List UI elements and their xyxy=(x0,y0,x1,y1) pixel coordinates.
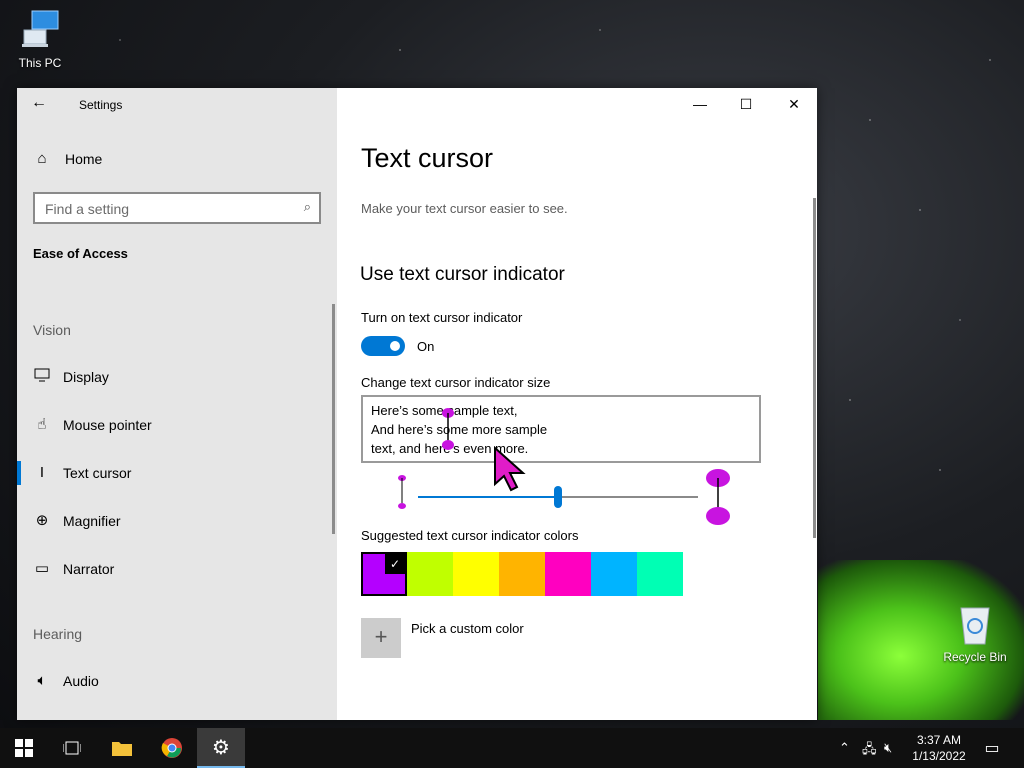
task-view-button[interactable] xyxy=(48,728,96,768)
large-indicator-icon xyxy=(706,469,730,525)
network-icon[interactable]: 🖧︎ xyxy=(862,740,877,762)
monitor-icon xyxy=(33,368,51,386)
color-swatch-lime[interactable] xyxy=(407,552,453,596)
chrome-button[interactable] xyxy=(148,728,196,768)
sidebar-scrollbar[interactable] xyxy=(332,304,335,534)
sidebar-item-label: Audio xyxy=(63,673,99,689)
page-description: Make your text cursor easier to see. xyxy=(361,201,568,216)
sidebar-item-magnifier[interactable]: ⊕ Magnifier xyxy=(33,509,121,533)
search-icon: ⌕ xyxy=(303,199,311,214)
speaker-icon: 🔈︎ xyxy=(37,672,47,689)
close-icon: ✕ xyxy=(788,95,800,112)
this-pc-desktop-icon[interactable]: This PC xyxy=(0,8,80,70)
toggle-state: On xyxy=(417,339,435,354)
home-icon: ⌂ xyxy=(37,150,47,167)
settings-window: ← Settings ⌂ Home Find a setting ⌕ Ease … xyxy=(17,88,817,720)
color-swatch-teal[interactable] xyxy=(637,552,683,596)
pick-custom-color-button[interactable]: + xyxy=(361,618,401,658)
sidebar-item-mouse-pointer[interactable]: ☝ Mouse pointer xyxy=(33,413,152,437)
group-header-vision: Vision xyxy=(33,322,71,338)
this-pc-label: This PC xyxy=(18,56,62,70)
sidebar-item-label: Narrator xyxy=(63,561,115,577)
sample-line: And here’s some more sample xyxy=(371,422,548,437)
color-swatch-orange[interactable] xyxy=(499,552,545,596)
narrator-icon: ▭ xyxy=(34,560,50,577)
folder-icon xyxy=(112,742,132,756)
start-button[interactable] xyxy=(0,728,48,768)
search-input[interactable]: Find a setting ⌕ xyxy=(33,192,321,224)
minimize-icon: — xyxy=(693,96,707,112)
gear-icon: ⚙ xyxy=(212,736,230,759)
toggle-knob xyxy=(390,341,400,351)
search-placeholder: Find a setting xyxy=(45,201,130,217)
color-swatch-yellow[interactable] xyxy=(453,552,499,596)
toggle-label: Turn on text cursor indicator xyxy=(361,310,523,325)
color-swatch-purple[interactable]: ✓ xyxy=(361,552,407,596)
minimize-button[interactable]: — xyxy=(677,88,723,120)
sidebar-item-label: Magnifier xyxy=(63,513,121,529)
sidebar-item-label: Text cursor xyxy=(63,465,132,481)
recycle-bin-label: Recycle Bin xyxy=(943,650,1007,664)
computer-icon xyxy=(22,10,59,47)
sidebar-item-display[interactable]: Display xyxy=(33,365,109,389)
text-cursor-icon: I xyxy=(39,464,45,481)
clock[interactable]: 3:37 AM 1/13/2022 xyxy=(906,732,972,764)
slider-thumb[interactable] xyxy=(554,486,562,508)
close-button[interactable]: ✕ xyxy=(771,88,817,120)
pointer-icon: ☝ xyxy=(37,416,47,433)
maximize-button[interactable]: ☐ xyxy=(723,88,769,120)
nav-home[interactable]: ⌂ Home xyxy=(33,150,102,168)
sidebar-item-text-cursor[interactable]: I Text cursor xyxy=(33,461,132,485)
current-section-heading: Ease of Access xyxy=(33,246,128,261)
sidebar: ← Settings ⌂ Home Find a setting ⌕ Ease … xyxy=(17,88,337,720)
section-title: Use text cursor indicator xyxy=(360,264,565,285)
active-indicator xyxy=(17,461,21,485)
clock-time: 3:37 AM xyxy=(916,733,962,747)
chrome-icon xyxy=(161,738,182,758)
mouse-cursor-icon xyxy=(494,446,526,492)
indicator-size-slider[interactable] xyxy=(361,468,761,528)
settings-taskbar-button[interactable]: ⚙ xyxy=(197,728,245,768)
main-scrollbar[interactable] xyxy=(813,198,816,538)
recycle-bin-icon xyxy=(960,607,990,645)
taskbar: ⚙ ⌃ 🖧︎ 🔇︎ 3:37 AM 1/13/2022 ▭ xyxy=(0,728,1024,768)
task-view-icon xyxy=(63,741,81,755)
home-label: Home xyxy=(65,151,103,167)
notifications-button[interactable]: ▭ xyxy=(968,728,1016,768)
volume-muted-icon[interactable]: 🔇︎ xyxy=(884,740,892,756)
custom-color-label[interactable]: Pick a custom color xyxy=(411,621,524,636)
size-label: Change text cursor indicator size xyxy=(361,375,551,390)
sidebar-item-audio[interactable]: 🔈︎ Audio xyxy=(33,669,99,693)
color-swatch-blue[interactable] xyxy=(591,552,637,596)
plus-icon: + xyxy=(374,624,388,649)
maximize-icon: ☐ xyxy=(739,95,753,112)
chevron-up-icon[interactable]: ⌃ xyxy=(839,740,850,756)
sample-text-box: Here’s some sample text, And here’s some… xyxy=(361,395,761,463)
text-cursor-indicator-toggle[interactable] xyxy=(361,336,405,356)
clock-date: 1/13/2022 xyxy=(912,749,966,763)
slider-fill xyxy=(418,496,558,498)
windows-logo-icon xyxy=(15,739,33,757)
colors-label: Suggested text cursor indicator colors xyxy=(361,528,579,543)
window-title: Settings xyxy=(79,98,123,112)
sidebar-item-label: Display xyxy=(63,369,109,385)
color-swatch-pink[interactable] xyxy=(545,552,591,596)
file-explorer-button[interactable] xyxy=(98,728,146,768)
group-header-hearing: Hearing xyxy=(33,626,83,642)
checkmark-icon: ✓ xyxy=(385,554,405,574)
color-swatch-row: ✓ xyxy=(361,552,683,596)
notification-icon: ▭ xyxy=(984,740,1000,757)
sidebar-item-label: Mouse pointer xyxy=(63,417,152,433)
small-indicator-icon xyxy=(398,475,406,509)
recycle-bin-desktop-icon[interactable]: Recycle Bin xyxy=(935,602,1015,664)
magnifier-icon: ⊕ xyxy=(35,512,49,529)
text-cursor-indicator-preview xyxy=(442,408,454,450)
main-pane: — ☐ ✕ Text cursor Make your text cursor … xyxy=(337,88,817,720)
sidebar-item-narrator[interactable]: ▭ Narrator xyxy=(33,557,114,581)
back-arrow-icon[interactable]: ← xyxy=(31,94,51,114)
page-title: Text cursor xyxy=(361,143,494,173)
